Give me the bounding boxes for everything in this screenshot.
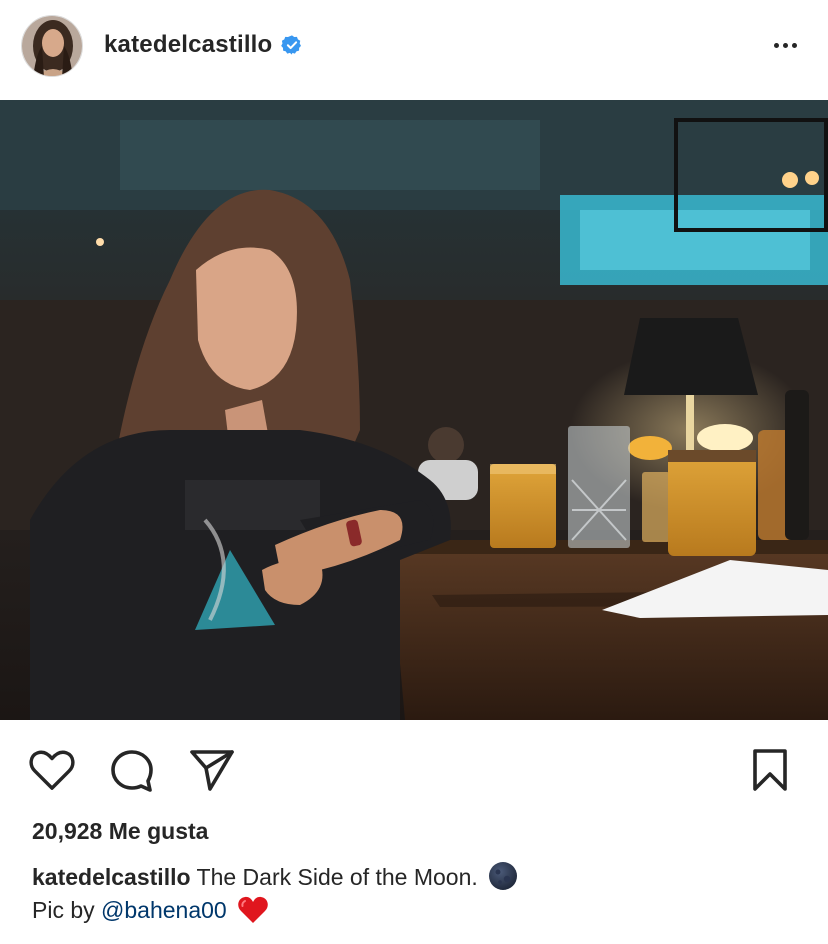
new-moon-emoji-icon — [488, 861, 518, 891]
red-heart-emoji-icon — [237, 895, 269, 925]
caption-credit: Pic by — [32, 897, 95, 923]
post-image[interactable] — [0, 100, 828, 720]
more-options-button[interactable] — [765, 30, 805, 60]
share-button[interactable] — [188, 746, 236, 794]
ellipsis-icon — [773, 42, 779, 48]
likes-label: Me gusta — [108, 818, 209, 844]
paper-plane-icon — [190, 750, 234, 791]
like-button[interactable] — [28, 746, 76, 794]
avatar[interactable] — [21, 15, 83, 77]
username-text[interactable]: katedelcastillo — [104, 31, 272, 59]
post-header: katedelcastillo — [0, 0, 828, 100]
comment-button[interactable] — [108, 746, 156, 794]
caption-text: The Dark Side of the Moon. — [196, 864, 478, 890]
likes-count[interactable]: 20,928 Me gusta — [32, 818, 208, 845]
comment-icon — [111, 750, 153, 792]
save-button[interactable] — [746, 746, 794, 794]
bookmark-icon — [753, 749, 787, 791]
heart-icon — [29, 750, 75, 790]
post-caption: katedelcastillo The Dark Side of the Moo… — [32, 861, 812, 927]
caption-mention-link[interactable]: @bahena00 — [101, 897, 227, 923]
post-actions-bar — [0, 740, 828, 800]
caption-line-2: Pic by @bahena00 — [32, 894, 812, 927]
caption-line-1: katedelcastillo The Dark Side of the Moo… — [32, 861, 812, 894]
likes-number: 20,928 — [32, 818, 103, 844]
verified-badge-icon — [281, 34, 303, 56]
caption-username[interactable]: katedelcastillo — [32, 864, 191, 890]
username[interactable]: katedelcastillo — [104, 31, 303, 59]
